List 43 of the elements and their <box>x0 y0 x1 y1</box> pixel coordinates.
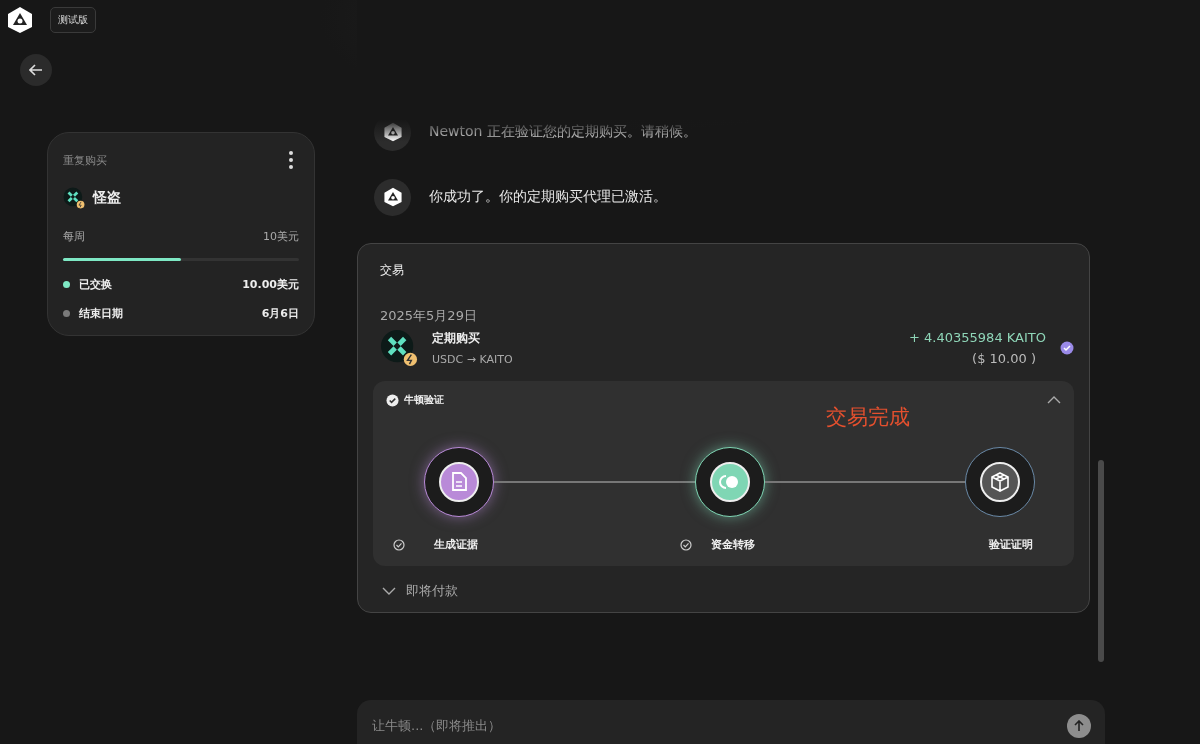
transaction-name: 定期购买 <box>432 330 480 347</box>
upcoming-payment-toggle[interactable]: 即将付款 <box>382 582 1074 600</box>
frequency-label: 每周 <box>63 229 85 244</box>
composer-bar[interactable]: 让牛顿...（即将推出） <box>357 700 1105 744</box>
check-circle-icon <box>680 538 692 551</box>
amount-value: 10美元 <box>263 229 299 244</box>
received-amount: + 4.40355984 KAITO <box>909 330 1046 345</box>
cube-icon <box>990 472 1010 492</box>
stat-value: 10.00美元 <box>242 277 299 292</box>
card-title: 重复购买 <box>63 152 107 168</box>
token-pair: USDC → KAITO <box>432 353 513 366</box>
check-circle-icon <box>393 538 405 551</box>
document-icon <box>450 472 468 492</box>
verified-badge-icon <box>386 393 399 407</box>
step-label: 资金转移 <box>711 537 755 552</box>
arrow-up-icon <box>1074 720 1084 732</box>
step-label: 生成证据 <box>434 537 478 552</box>
step-label: 验证证明 <box>989 537 1033 552</box>
chat-message: 你成功了。你的定期购买代理已激活。 <box>429 188 667 206</box>
chevron-up-icon[interactable] <box>1047 396 1061 404</box>
token-name: 怪盗 <box>93 189 121 207</box>
toggle-icon <box>718 474 741 490</box>
stat-value: 6月6日 <box>261 306 299 321</box>
assistant-logo <box>382 122 403 142</box>
stat-label: 已交换 <box>79 277 112 292</box>
usd-amount: ($ 10.00 ) <box>972 351 1036 366</box>
card-title: 交易 <box>380 262 405 279</box>
chat-message: Newton 正在验证您的定期购买。请稍候。 <box>429 123 697 141</box>
transaction-date: 2025年5月29日 <box>380 307 478 325</box>
chevron-down-icon[interactable] <box>382 587 396 595</box>
stat-label: 结束日期 <box>79 306 123 321</box>
send-button[interactable] <box>1067 714 1091 738</box>
panel-title: 牛顿验证 <box>404 393 444 407</box>
token-icon <box>380 329 418 367</box>
app-logo <box>6 6 34 34</box>
status-text: 交易完成 <box>826 404 911 431</box>
chat-input-field[interactable]: 让牛顿...（即将推出） <box>372 714 1057 737</box>
beta-badge: 测试版 <box>50 7 96 33</box>
token-icon <box>63 187 85 209</box>
verified-badge-icon <box>1060 341 1074 355</box>
back-button[interactable] <box>20 54 52 86</box>
assistant-logo <box>382 187 403 207</box>
back-arrow-icon <box>29 64 43 76</box>
